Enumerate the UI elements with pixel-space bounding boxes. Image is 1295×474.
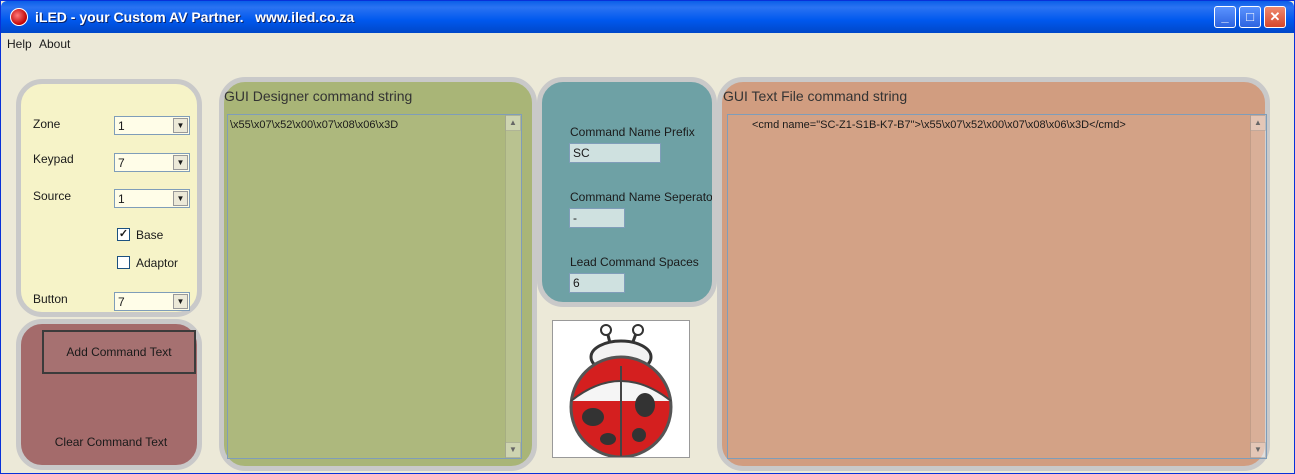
lead-spaces-input[interactable]: 6 [569,273,625,293]
text-file-title: GUI Text File command string [723,88,908,104]
lead-spaces-label: Lead Command Spaces [570,255,699,269]
adaptor-checkbox[interactable] [117,256,130,269]
ladybug-icon[interactable] [10,8,28,26]
source-label: Source [33,189,72,203]
zone-label: Zone [33,117,61,131]
text-file-scrollbar[interactable]: ▲ ▼ [1250,115,1266,458]
zone-select-value: 1 [118,119,125,133]
close-button[interactable]: ✕ [1264,6,1286,28]
clear-command-text-button[interactable]: Clear Command Text [31,422,191,462]
minimize-button[interactable]: _ [1214,6,1236,28]
button-select[interactable]: 7 ▼ [114,292,190,311]
scroll-down-icon[interactable]: ▼ [505,442,521,458]
source-select-value: 1 [118,192,125,206]
chevron-down-icon[interactable]: ▼ [173,155,188,170]
gui-designer-title: GUI Designer command string [224,88,413,104]
scroll-up-icon[interactable]: ▲ [505,115,521,131]
keypad-label: Keypad [33,152,74,166]
app-window: iLED - your Custom AV Partner. www.iled.… [0,0,1295,474]
menu-bar: Help About [1,34,1294,55]
zone-select[interactable]: 1 ▼ [114,116,190,135]
source-select[interactable]: 1 ▼ [114,189,190,208]
chevron-down-icon[interactable]: ▼ [173,191,188,206]
text-file-content: <cmd name="SC-Z1-S1B-K7-B7">\x55\x07\x52… [752,119,1126,131]
add-command-text-button[interactable]: Add Command Text [42,330,196,374]
scroll-up-icon[interactable]: ▲ [1250,115,1266,131]
menu-help[interactable]: Help [7,37,32,51]
separator-input[interactable]: - [569,208,625,228]
chevron-down-icon[interactable]: ▼ [173,294,188,309]
scroll-down-icon[interactable]: ▼ [1250,442,1266,458]
base-checkbox[interactable]: ✓ [117,228,130,241]
text-file-textbox[interactable]: <cmd name="SC-Z1-S1B-K7-B7">\x55\x07\x52… [727,114,1267,459]
button-label: Button [33,292,68,306]
gui-designer-scrollbar[interactable]: ▲ ▼ [505,115,521,458]
button-select-value: 7 [118,295,125,309]
maximize-button[interactable]: □ [1239,6,1261,28]
title-bar[interactable]: iLED - your Custom AV Partner. www.iled.… [1,1,1294,33]
gui-designer-content: \x55\x07\x52\x00\x07\x08\x06\x3D [230,119,399,131]
adaptor-checkbox-label: Adaptor [136,256,179,270]
gui-designer-textbox[interactable]: \x55\x07\x52\x00\x07\x08\x06\x3D ▲ ▼ [227,114,522,459]
menu-about[interactable]: About [39,37,70,51]
chevron-down-icon[interactable]: ▼ [173,118,188,133]
separator-label: Command Name Seperator [570,190,712,204]
prefix-input[interactable]: SC [569,143,661,163]
keypad-select-value: 7 [118,156,125,170]
window-title: iLED - your Custom AV Partner. www.iled.… [35,9,355,25]
ladybug-logo [552,320,690,459]
base-checkbox-label: Base [136,228,164,242]
prefix-label: Command Name Prefix [570,125,695,139]
keypad-select[interactable]: 7 ▼ [114,153,190,172]
ladybug-logo-icon [569,324,673,459]
